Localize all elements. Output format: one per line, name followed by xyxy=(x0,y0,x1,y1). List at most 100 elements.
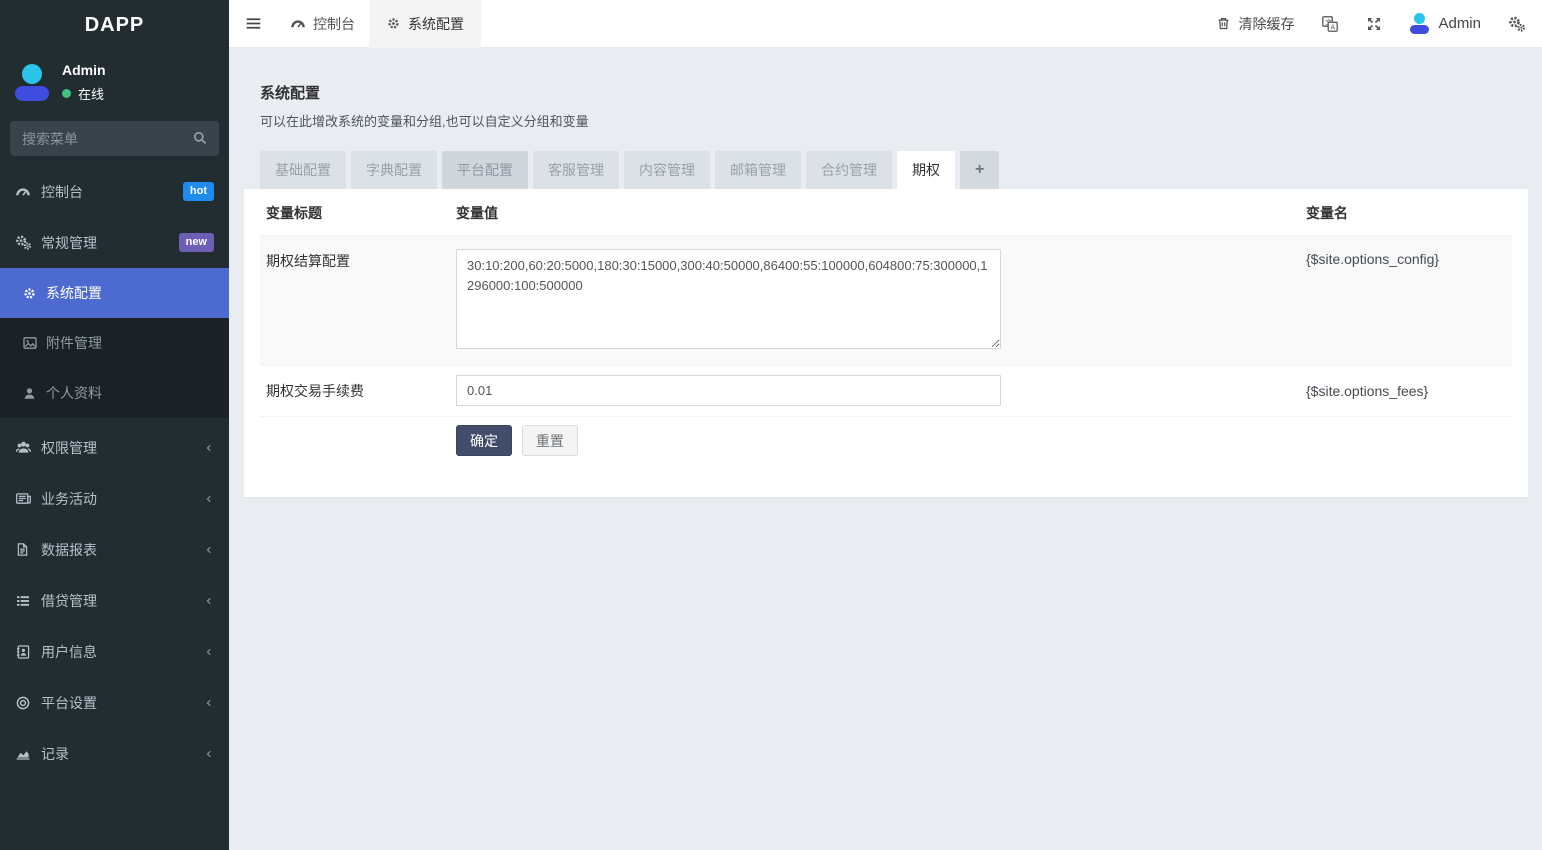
avatar xyxy=(1409,13,1429,35)
sidebar-item-platform-settings[interactable]: 平台设置 xyxy=(0,677,229,728)
avatar-body xyxy=(1410,25,1429,34)
app-logo: DAPP xyxy=(0,0,229,50)
navbar-tab-label: 控制台 xyxy=(313,14,355,34)
variable-name: {$site.options_config} xyxy=(1306,249,1512,267)
chevron-left-icon xyxy=(204,596,214,606)
sidebar-item-label: 个人资料 xyxy=(46,383,214,403)
sidebar-search xyxy=(10,121,219,156)
submit-button[interactable]: 确定 xyxy=(456,425,512,456)
sidebar-item-label: 记录 xyxy=(41,744,198,764)
variable-title: 期权交易手续费 xyxy=(260,381,456,401)
sidebar-item-label: 附件管理 xyxy=(46,333,214,353)
add-tab-button[interactable]: + xyxy=(960,151,999,189)
user-name: Admin xyxy=(62,62,106,78)
reset-button[interactable]: 重置 xyxy=(522,425,578,456)
hot-badge: hot xyxy=(183,182,214,200)
navbar-tab-system-config[interactable]: 系统配置 xyxy=(369,0,481,48)
chevron-left-icon xyxy=(204,545,214,555)
newspaper-icon xyxy=(15,490,41,507)
page-title: 系统配置 xyxy=(260,82,1528,103)
sidebar: DAPP Admin 在线 控制台 hot xyxy=(0,0,229,850)
table-row: 期权交易手续费 {$site.options_fees} xyxy=(260,366,1512,417)
main-content: 系统配置 可以在此增改系统的变量和分组,也可以自定义分组和变量 基础配置 字典配… xyxy=(229,48,1542,498)
gear-icon xyxy=(386,16,401,31)
user-menu[interactable]: Admin xyxy=(1409,13,1481,35)
tab-content-management[interactable]: 内容管理 xyxy=(624,151,710,189)
top-navbar: 控制台 系统配置 清除缓存 文A Admin xyxy=(229,0,1542,48)
tab-customer-service[interactable]: 客服管理 xyxy=(533,151,619,189)
sidebar-item-label: 常规管理 xyxy=(41,233,179,253)
tab-platform-config[interactable]: 平台配置 xyxy=(442,151,528,189)
sidebar-item-records[interactable]: 记录 xyxy=(0,728,229,779)
clear-cache-button[interactable]: 清除缓存 xyxy=(1216,14,1294,34)
chevron-left-icon xyxy=(204,749,214,759)
sidebar-item-system-config[interactable]: 系统配置 xyxy=(0,268,229,318)
sidebar-menu-groups: 权限管理 业务活动 数据报表 xyxy=(0,422,229,779)
file-icon xyxy=(15,542,41,557)
sidebar-item-label: 权限管理 xyxy=(41,438,198,458)
user-icon xyxy=(22,386,46,401)
avatar-head xyxy=(1414,13,1425,24)
settings-cogs-icon[interactable] xyxy=(1508,15,1526,33)
sidebar-item-data-report[interactable]: 数据报表 xyxy=(0,524,229,575)
sidebar-item-label: 数据报表 xyxy=(41,540,198,560)
config-panel: 变量标题 变量值 变量名 期权结算配置 30:10:200,60:20:5000… xyxy=(244,189,1528,498)
svg-text:A: A xyxy=(1331,23,1336,31)
sidebar-item-dashboard[interactable]: 控制台 hot xyxy=(0,166,229,217)
sidebar-item-permission-management[interactable]: 权限管理 xyxy=(0,422,229,473)
list-icon xyxy=(15,593,41,609)
sidebar-item-general-management[interactable]: 常规管理 new xyxy=(0,217,229,268)
sidebar-item-attachment-management[interactable]: 附件管理 xyxy=(0,318,229,368)
column-header-title: 变量标题 xyxy=(260,203,456,223)
options-config-textarea[interactable]: 30:10:200,60:20:5000,180:30:15000,300:40… xyxy=(456,249,1001,349)
form-actions: 确定 重置 xyxy=(260,417,1512,497)
sidebar-item-label: 业务活动 xyxy=(41,489,198,509)
column-header-name: 变量名 xyxy=(1306,203,1512,223)
config-tabs: 基础配置 字典配置 平台配置 客服管理 内容管理 邮箱管理 合约管理 期权 + xyxy=(244,151,1528,189)
tab-dictionary-config[interactable]: 字典配置 xyxy=(351,151,437,189)
page-header: 系统配置 可以在此增改系统的变量和分组,也可以自定义分组和变量 xyxy=(244,63,1528,130)
sidebar-item-loan-management[interactable]: 借贷管理 xyxy=(0,575,229,626)
avatar-head xyxy=(22,64,42,84)
sidebar-item-label: 控制台 xyxy=(41,182,183,202)
hamburger-menu-icon[interactable] xyxy=(229,15,276,32)
navbar-tab-dashboard[interactable]: 控制台 xyxy=(276,0,369,48)
sidebar-menu: 控制台 hot 常规管理 new xyxy=(0,166,229,268)
avatar-body xyxy=(15,86,49,101)
chevron-left-icon xyxy=(204,494,214,504)
clear-cache-label: 清除缓存 xyxy=(1238,14,1294,34)
sidebar-item-label: 借贷管理 xyxy=(41,591,198,611)
cogs-icon xyxy=(15,234,41,251)
tachometer-icon xyxy=(290,16,306,32)
options-fees-input[interactable] xyxy=(456,375,1001,406)
search-input[interactable] xyxy=(10,121,219,156)
table-row: 期权结算配置 30:10:200,60:20:5000,180:30:15000… xyxy=(260,236,1512,366)
language-icon[interactable]: 文A xyxy=(1321,15,1339,33)
tab-basic-config[interactable]: 基础配置 xyxy=(260,151,346,189)
avatar xyxy=(14,64,50,102)
trash-icon xyxy=(1216,16,1231,31)
chart-area-icon xyxy=(15,746,41,762)
image-icon xyxy=(22,335,46,351)
tab-email-management[interactable]: 邮箱管理 xyxy=(715,151,801,189)
bullseye-icon xyxy=(15,695,41,711)
search-icon[interactable] xyxy=(192,130,208,146)
chevron-left-icon xyxy=(204,443,214,453)
navbar-tab-label: 系统配置 xyxy=(408,14,464,34)
sidebar-item-label: 用户信息 xyxy=(41,642,198,662)
tab-contract-management[interactable]: 合约管理 xyxy=(806,151,892,189)
online-status-icon xyxy=(62,89,71,98)
sidebar-submenu: 系统配置 附件管理 个人资料 xyxy=(0,268,229,418)
fullscreen-icon[interactable] xyxy=(1366,16,1382,32)
sidebar-item-label: 平台设置 xyxy=(41,693,198,713)
sidebar-item-label: 系统配置 xyxy=(46,283,214,303)
user-name: Admin xyxy=(1438,15,1481,32)
address-book-icon xyxy=(15,644,41,660)
tab-options[interactable]: 期权 xyxy=(897,151,955,189)
sidebar-item-user-info[interactable]: 用户信息 xyxy=(0,626,229,677)
sidebar-item-business-activity[interactable]: 业务活动 xyxy=(0,473,229,524)
sidebar-item-profile[interactable]: 个人资料 xyxy=(0,368,229,418)
table-header-row: 变量标题 变量值 变量名 xyxy=(260,189,1512,236)
user-panel: Admin 在线 xyxy=(0,50,229,115)
page-description: 可以在此增改系统的变量和分组,也可以自定义分组和变量 xyxy=(260,111,1528,130)
